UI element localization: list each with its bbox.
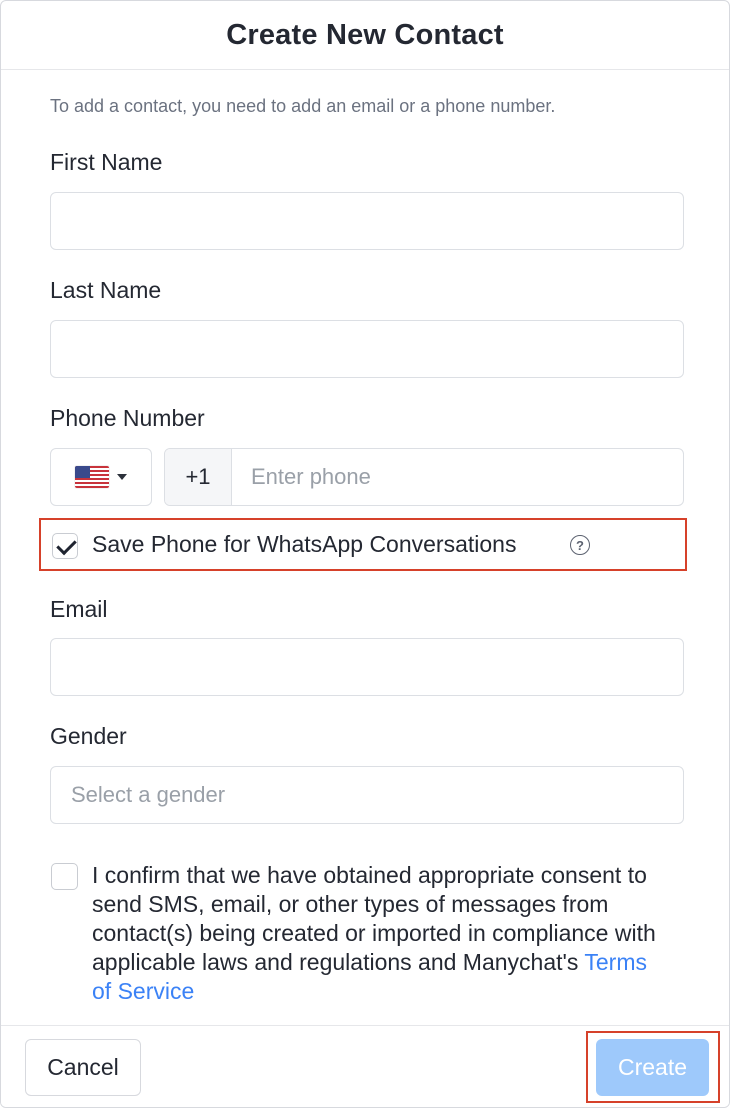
caret-down-icon bbox=[117, 474, 127, 480]
first-name-label: First Name bbox=[50, 149, 163, 175]
dialog-header: Create New Contact bbox=[1, 1, 729, 70]
create-highlight-outline bbox=[586, 1031, 720, 1103]
dialog-title: Create New Contact bbox=[226, 18, 504, 51]
phone-number-label: Phone Number bbox=[50, 405, 205, 431]
consent-text: I confirm that we have obtained appropri… bbox=[92, 861, 672, 1006]
gender-label: Gender bbox=[50, 723, 127, 749]
cancel-button[interactable]: Cancel bbox=[25, 1039, 141, 1096]
phone-input-group: +1 Enter phone bbox=[164, 448, 684, 506]
us-flag-icon bbox=[75, 466, 109, 488]
question-circle-icon[interactable]: ? bbox=[570, 535, 590, 555]
consent-checkbox[interactable] bbox=[51, 863, 78, 890]
consent-body: I confirm that we have obtained appropri… bbox=[92, 862, 656, 975]
first-name-input[interactable] bbox=[50, 192, 684, 250]
gender-placeholder: Select a gender bbox=[71, 782, 226, 807]
whatsapp-checkbox-label[interactable]: Save Phone for WhatsApp Conversations bbox=[92, 531, 516, 558]
last-name-input[interactable] bbox=[50, 320, 684, 378]
phone-input[interactable]: Enter phone bbox=[232, 449, 683, 505]
country-code: +1 bbox=[165, 449, 232, 505]
country-selector[interactable] bbox=[50, 448, 152, 506]
phone-placeholder: Enter phone bbox=[251, 464, 371, 489]
email-input[interactable] bbox=[50, 638, 684, 696]
last-name-label: Last Name bbox=[50, 277, 162, 303]
email-label: Email bbox=[50, 596, 108, 622]
create-contact-dialog: Create New Contact To add a contact, you… bbox=[0, 0, 730, 1108]
dialog-hint: To add a contact, you need to add an ema… bbox=[50, 96, 556, 116]
whatsapp-checkbox[interactable] bbox=[52, 533, 78, 559]
gender-select[interactable]: Select a gender bbox=[50, 766, 684, 824]
